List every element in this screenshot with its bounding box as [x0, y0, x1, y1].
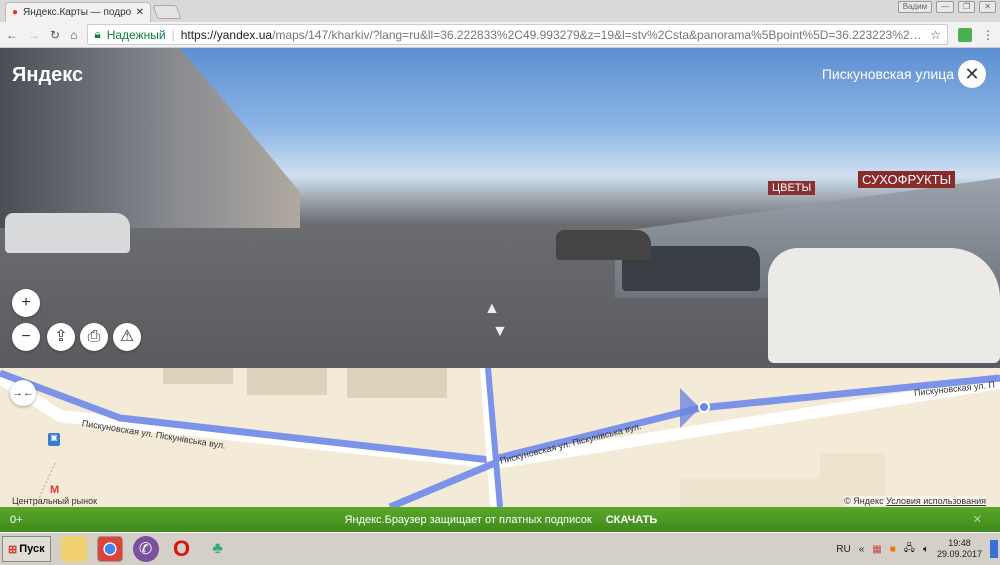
- volume-icon[interactable]: 🔈︎: [923, 544, 929, 555]
- start-label: Пуск: [19, 543, 45, 555]
- print-button[interactable]: ⎙: [80, 323, 108, 351]
- secure-label: Надежный: [106, 27, 166, 42]
- new-tab-button[interactable]: [152, 5, 182, 19]
- map-pin-icon: ●: [12, 7, 19, 18]
- profile-button[interactable]: Вадим: [897, 1, 933, 13]
- bus-stop-icon[interactable]: ▣: [48, 433, 60, 446]
- banner-text: Яндекс.Браузер защищает от платных подпи…: [344, 513, 592, 526]
- tray-app-icon[interactable]: ▦: [872, 544, 881, 555]
- van: [768, 248, 1000, 363]
- chrome-icon[interactable]: [96, 536, 123, 562]
- tab-title: Яндекс.Карты — подробн: [23, 7, 131, 18]
- file-explorer-icon[interactable]: [60, 536, 87, 562]
- age-rating: 0+: [10, 513, 23, 526]
- viber-icon[interactable]: ✆: [132, 536, 159, 562]
- street-panorama[interactable]: ЦВЕТЫ СУХОФРУКТЫ Яндекс Пискуновская ули…: [0, 48, 1000, 368]
- move-forward-arrow[interactable]: ▲: [484, 300, 500, 318]
- menu-icon[interactable]: ⋮: [982, 28, 994, 42]
- lock-icon: 🔒︎: [94, 27, 101, 41]
- restore-button[interactable]: ❐: [958, 1, 976, 13]
- url-path: /maps/147/kharkiv/?lang=ru&ll=36.222833%…: [272, 27, 925, 42]
- promo-banner: 0+ Яндекс.Браузер защищает от платных по…: [0, 507, 1000, 532]
- browser-tab[interactable]: ● Яндекс.Карты — подробн ✕: [5, 2, 151, 22]
- download-button[interactable]: СКАЧАТЬ: [606, 514, 658, 526]
- home-icon[interactable]: ⌂: [70, 28, 77, 42]
- street-name: Пискуновская улица: [821, 66, 954, 82]
- zoom-out-button[interactable]: −: [12, 323, 40, 351]
- extension-icon[interactable]: [958, 27, 972, 42]
- bookmark-star-icon[interactable]: ☆: [930, 28, 941, 42]
- browser-titlebar: ● Яндекс.Карты — подробн ✕ Вадим — ❐ ✕: [0, 0, 1000, 22]
- system-tray: RU « ▦ ■ 🖧︎ 🔈︎ 19:48 29.09.2017: [836, 538, 998, 560]
- car: [556, 230, 651, 260]
- taskbar: ⊞ Пуск ✆ O ♣ RU « ▦ ■ 🖧︎ 🔈︎ 19:48 29.09.20…: [0, 532, 1000, 565]
- close-banner-icon[interactable]: ✕: [973, 513, 982, 526]
- terms-link[interactable]: Условия использования: [886, 496, 986, 506]
- move-back-arrow[interactable]: ▼: [492, 323, 508, 341]
- shop-sign: СУХОФРУКТЫ: [858, 171, 956, 188]
- language-indicator[interactable]: RU: [836, 544, 850, 555]
- report-problem-button[interactable]: ⚠: [113, 323, 141, 351]
- view-direction-cone: [680, 388, 700, 428]
- back-icon[interactable]: ←: [6, 28, 18, 42]
- reload-icon[interactable]: ↻: [50, 28, 60, 42]
- show-desktop-button[interactable]: [990, 540, 998, 558]
- share-button[interactable]: ⇪: [47, 323, 75, 351]
- close-window-button[interactable]: ✕: [979, 1, 996, 13]
- collapse-map-button[interactable]: →←: [10, 380, 36, 406]
- close-tab-icon[interactable]: ✕: [136, 7, 144, 18]
- car: [5, 213, 130, 253]
- network-icon[interactable]: 🖧︎: [904, 541, 915, 558]
- tray-expand-icon[interactable]: «: [859, 544, 865, 555]
- position-marker: [698, 401, 710, 413]
- start-button[interactable]: ⊞ Пуск: [2, 536, 51, 562]
- yandex-logo: Яндекс: [12, 64, 84, 86]
- metro-icon[interactable]: M: [50, 484, 59, 496]
- mini-map[interactable]: →← Пискуновская ул. Піскунівська вул. Пи…: [0, 368, 1000, 507]
- windows-logo-icon: ⊞: [8, 543, 18, 556]
- metro-station-label: Центральный рынок: [12, 496, 98, 506]
- zoom-in-button[interactable]: +: [12, 289, 40, 317]
- tray-office-icon[interactable]: ■: [890, 544, 896, 555]
- clock-time[interactable]: 19:48: [937, 538, 982, 549]
- copyright: © Яндекс: [844, 496, 884, 506]
- forward-icon[interactable]: →: [28, 28, 40, 42]
- url-host: https://yandex.ua: [180, 27, 273, 42]
- close-panorama-button[interactable]: ✕: [958, 60, 986, 88]
- clock-date[interactable]: 29.09.2017: [937, 549, 982, 560]
- shop-sign: ЦВЕТЫ: [768, 181, 816, 195]
- opera-icon[interactable]: O: [169, 536, 195, 562]
- minimize-button[interactable]: —: [936, 1, 955, 13]
- tree-app-icon[interactable]: ♣: [205, 536, 231, 562]
- browser-toolbar: ← → ↻ ⌂ 🔒︎ Надежный | https://yandex.ua/…: [0, 22, 1000, 48]
- address-bar[interactable]: 🔒︎ Надежный | https://yandex.ua/maps/147…: [87, 24, 948, 45]
